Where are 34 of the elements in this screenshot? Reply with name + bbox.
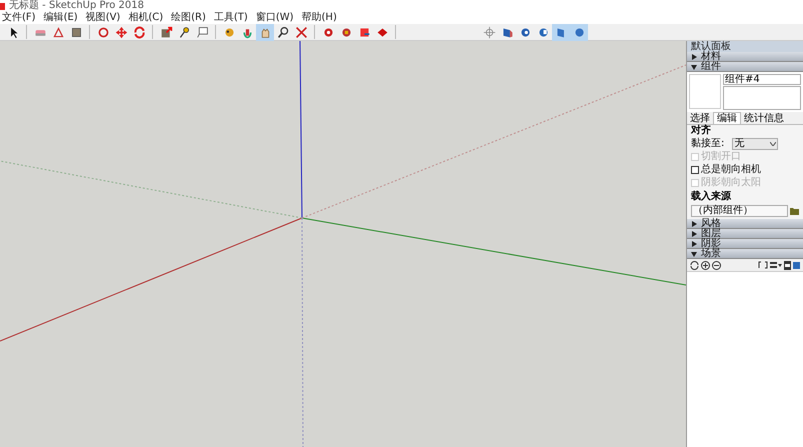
tray-section-header[interactable]: 材料: [687, 52, 803, 62]
tray-section-header[interactable]: 图层: [687, 229, 803, 239]
tab[interactable]: 编辑: [713, 112, 741, 124]
menu-item[interactable]: 窗口(W): [254, 12, 296, 24]
section-title: 风格: [701, 218, 721, 228]
section-title: 图层: [701, 228, 721, 238]
section-title: 阴影: [701, 238, 721, 248]
section-title: 组件: [701, 62, 721, 72]
menu-item[interactable]: 相机(C): [126, 12, 166, 24]
checkbox-label: 切割开口: [701, 151, 741, 163]
section-title: 材料: [701, 52, 721, 62]
glue-dropdown[interactable]: 无: [732, 138, 778, 150]
menu-item[interactable]: 文件(F): [0, 12, 38, 24]
window-title: 无标题 - SketchUp Pro 2018: [9, 0, 144, 12]
menu-item[interactable]: 编辑(E): [42, 12, 80, 24]
menu-item[interactable]: 绘图(R): [169, 12, 208, 24]
tray-section-header[interactable]: 场景: [687, 249, 803, 259]
component-name-field[interactable]: 组件#4: [723, 74, 801, 85]
checkbox-label: 总是朝向相机: [701, 164, 761, 176]
tray-section-header[interactable]: 风格: [687, 219, 803, 229]
menu-item[interactable]: 帮助(H): [300, 12, 339, 24]
section-title: 场景: [701, 248, 721, 258]
checkbox-label: 阴影朝向太阳: [701, 177, 761, 189]
load-source-field[interactable]: （内部组件）: [691, 205, 788, 217]
glue-label: 黏接至:: [691, 138, 724, 150]
tray-section-header[interactable]: 阴影: [687, 239, 803, 249]
tab[interactable]: 选择: [687, 113, 713, 124]
menu-item[interactable]: 工具(T): [212, 12, 250, 24]
menu-item[interactable]: 视图(V): [84, 12, 122, 24]
section-heading: 载入来源: [691, 191, 732, 203]
section-heading: 对齐: [691, 125, 712, 137]
tray-title: 默认面板: [691, 41, 731, 52]
tab[interactable]: 统计信息: [741, 113, 787, 124]
tray-section-header[interactable]: 组件: [687, 62, 803, 72]
